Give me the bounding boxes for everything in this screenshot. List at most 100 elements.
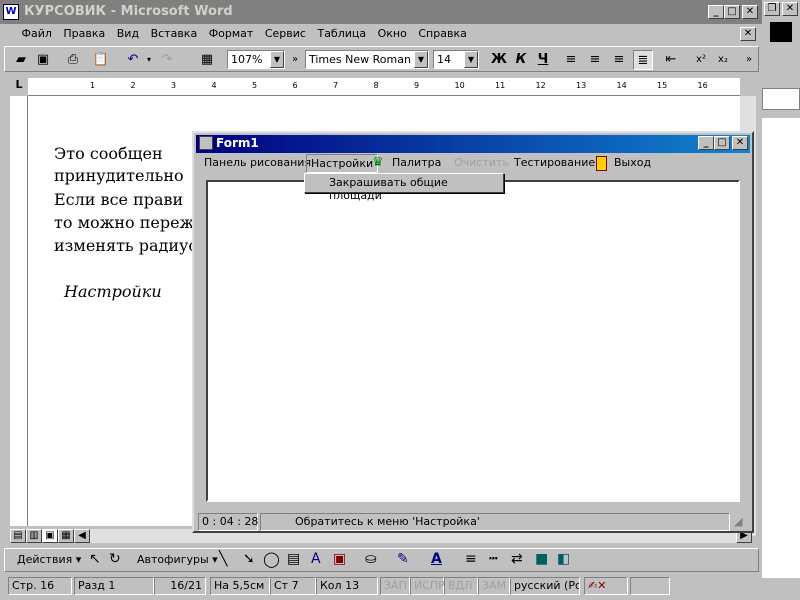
ellipse-icon[interactable]: ◯ [263, 550, 280, 568]
form-window-controls: _ □ ✕ [698, 135, 748, 150]
resize-grip-icon[interactable]: ◢ [734, 515, 742, 528]
rotate-icon[interactable]: ↻ [109, 551, 121, 567]
more-buttons-icon[interactable]: » [739, 50, 759, 70]
undo-dropdown-icon[interactable]: ▾ [139, 50, 159, 70]
form-status-bar: 0 : 04 : 28 Обратитесь к меню 'Настройка… [196, 513, 750, 531]
line-style-icon[interactable]: ≡ [465, 551, 477, 567]
fill-color-icon[interactable]: ⛀ [365, 551, 377, 567]
spelling-status-icon[interactable]: ✍✕ [584, 577, 628, 595]
word-title-bar[interactable]: КУРСОВИК - Microsoft Word [0, 0, 762, 24]
outline-view-icon[interactable]: ▦ [58, 529, 74, 543]
menu-view[interactable]: Вид [113, 24, 143, 43]
status-trk[interactable]: ИСПР [410, 577, 445, 595]
open-icon[interactable]: ▰ [11, 50, 31, 70]
menu-edit[interactable]: Правка [59, 24, 109, 43]
exit-icon[interactable] [596, 156, 607, 171]
ruler-mark: 13 [576, 81, 587, 90]
menu-palette[interactable]: Палитра [388, 154, 445, 173]
scroll-left-icon[interactable]: ◀ [74, 529, 90, 543]
menu-tools[interactable]: Сервис [261, 24, 310, 43]
drawing-canvas[interactable] [206, 180, 740, 502]
arrow-icon[interactable]: ➘ [243, 551, 255, 567]
vertical-ruler[interactable] [10, 96, 28, 526]
paste-icon[interactable]: 📋 [91, 50, 111, 70]
zoom-combo[interactable]: 107% ▼ [227, 50, 285, 69]
align-right-icon[interactable]: ≡ [609, 50, 629, 70]
clipart-icon[interactable]: ▣ [333, 551, 346, 567]
status-pages: 16/21 [154, 577, 206, 595]
layout-view-icon[interactable]: ▣ [42, 529, 58, 543]
dash-style-icon[interactable]: ┅ [489, 551, 497, 567]
menu-testing[interactable]: Тестирование [510, 154, 599, 173]
menu-file[interactable]: Файл [18, 24, 56, 43]
table-icon[interactable]: ▦ [197, 50, 217, 70]
align-left-icon[interactable]: ≡ [561, 50, 581, 70]
menu-help[interactable]: Справка [414, 24, 470, 43]
actions-menu[interactable]: Действия ▾ [17, 553, 81, 566]
align-center-icon[interactable]: ≡ [585, 50, 605, 70]
font-color-icon[interactable]: A [431, 551, 442, 567]
font-size-combo[interactable]: 14 ▼ [433, 50, 479, 69]
justify-icon[interactable]: ≣ [633, 50, 653, 70]
save-icon[interactable]: ▣ [33, 50, 53, 70]
palette-icon[interactable]: ♛ [372, 155, 384, 170]
background-combo[interactable] [762, 88, 800, 110]
doc-line: изменять радиус [54, 236, 198, 255]
menu-exit[interactable]: Выход [610, 154, 655, 173]
menu-format[interactable]: Формат [205, 24, 258, 43]
maximize-icon[interactable]: □ [714, 136, 730, 150]
minimize-icon[interactable]: _ [698, 136, 714, 150]
menu-clear[interactable]: Очистить [450, 154, 513, 173]
more-buttons-icon[interactable]: » [285, 50, 305, 70]
redo-icon[interactable]: ↷ [157, 50, 177, 70]
close-icon[interactable]: ✕ [732, 136, 748, 150]
chevron-down-icon[interactable]: ▼ [464, 51, 478, 68]
underline-button[interactable]: Ч [533, 50, 553, 70]
font-name-combo[interactable]: Times New Roman ▼ [305, 50, 429, 69]
status-ext[interactable]: ВДЛ [444, 577, 478, 595]
arrow-style-icon[interactable]: ⇄ [511, 551, 523, 567]
tab-selector-icon[interactable]: L [10, 78, 28, 96]
chevron-down-icon[interactable]: ▼ [270, 51, 284, 68]
menu-window[interactable]: Окно [374, 24, 411, 43]
chevron-down-icon[interactable]: ▼ [414, 51, 428, 68]
menu-settings[interactable]: Настройки [306, 154, 379, 173]
close-icon[interactable]: ✕ [782, 2, 798, 16]
background-window-strip: ❐ ✕ [762, 0, 800, 600]
status-rec[interactable]: ЗАП [380, 577, 410, 595]
select-arrow-icon[interactable]: ↖ [89, 551, 101, 567]
word-app-icon[interactable]: W [3, 4, 19, 20]
autoshapes-menu[interactable]: Автофигуры ▾ [137, 553, 218, 566]
form1-title-bar[interactable]: Form1 [196, 135, 750, 153]
3d-icon[interactable]: ◧ [557, 551, 570, 567]
subscript-icon[interactable]: x₂ [713, 50, 733, 70]
menu-draw-panel[interactable]: Панель рисования [200, 154, 315, 173]
maximize-icon[interactable]: □ [724, 5, 740, 19]
close-icon[interactable]: ✕ [742, 5, 758, 19]
line-color-icon[interactable]: ✎ [397, 551, 409, 567]
shadow-icon[interactable]: ■ [535, 551, 548, 567]
horizontal-ruler[interactable]: 1 2 3 4 5 6 7 8 9 10 11 12 13 14 15 16 [28, 78, 740, 96]
restore-icon[interactable]: ❐ [764, 2, 780, 16]
line-icon[interactable]: ╲ [219, 551, 227, 567]
wordart-icon[interactable]: A [311, 551, 321, 567]
form-app-icon[interactable] [199, 136, 213, 150]
background-document-area [762, 118, 800, 578]
superscript-icon[interactable]: x² [691, 50, 711, 70]
print-icon[interactable]: ⎙ [63, 50, 83, 70]
indent-icon[interactable]: ⇤ [661, 50, 681, 70]
menu-insert[interactable]: Вставка [147, 24, 202, 43]
word-menu-bar: Файл Правка Вид Вставка Формат Сервис Та… [0, 24, 762, 46]
bold-button[interactable]: Ж [489, 50, 509, 70]
status-empty [630, 577, 670, 595]
normal-view-icon[interactable]: ▤ [10, 529, 26, 543]
windows-logo-icon [770, 22, 792, 42]
status-col: Кол 13 [316, 577, 378, 595]
web-view-icon[interactable]: ▥ [26, 529, 42, 543]
minimize-icon[interactable]: _ [708, 5, 724, 19]
status-ovr[interactable]: ЗАМ [478, 577, 510, 595]
menu-table[interactable]: Таблица [313, 24, 370, 43]
italic-button[interactable]: К [511, 50, 531, 70]
textbox-icon[interactable]: ▤ [287, 551, 300, 567]
doc-close-icon[interactable]: ✕ [740, 27, 756, 41]
